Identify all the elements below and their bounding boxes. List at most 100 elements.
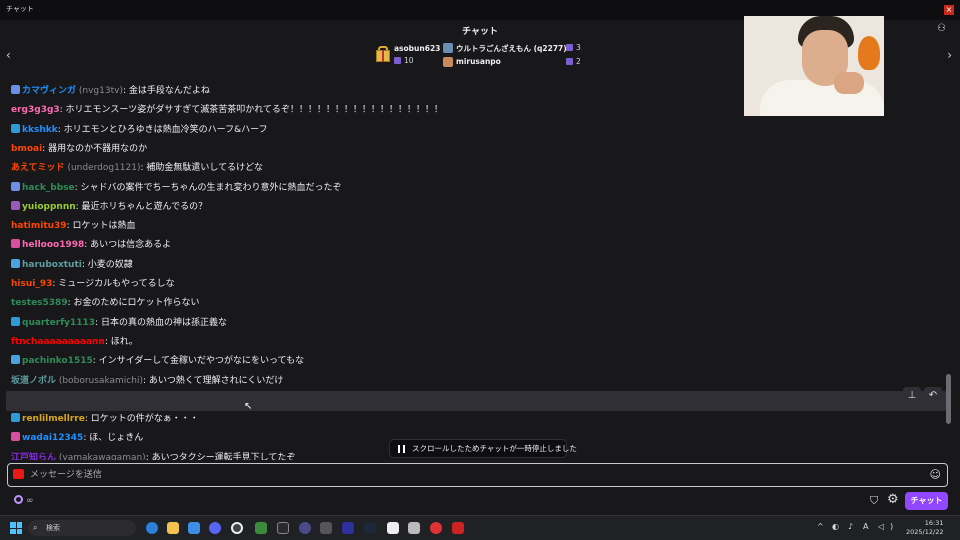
chat-username[interactable]: yuioppnnn xyxy=(22,202,76,212)
chat-message[interactable]: カマヴィンガ (nvg13tv): 金は手段なんだよね xyxy=(11,84,210,98)
chat-input-box[interactable]: ☺ xyxy=(7,463,948,487)
chat-username[interactable]: あえてミッド xyxy=(11,163,65,173)
app-icon[interactable] xyxy=(342,522,354,534)
chevron-right-icon[interactable]: › xyxy=(947,48,952,62)
chat-message[interactable]: quarterfy1113: 日本の真の熱血の神は孫正義な xyxy=(11,316,227,330)
chat-message[interactable]: 江戸知らん (yamakawagaman): あいつタクシー運転手見下してたぞ xyxy=(11,451,295,460)
chat-message[interactable]: hatimitu39: ロケットは熱血 xyxy=(11,219,135,233)
speaker-icon[interactable]: ) xyxy=(890,522,893,531)
chat-message[interactable]: renlilmellrre: ロケットの件がなぁ・・・ xyxy=(11,412,199,426)
chat-paused-button[interactable]: スクロールしたためチャットが一時停止しました xyxy=(389,439,577,458)
tray-app-icon[interactable]: ◐ xyxy=(832,522,839,531)
volume-icon[interactable]: ◁ xyxy=(878,522,884,531)
chat-message-text: : ミュージカルもやってるしな xyxy=(52,279,175,289)
app-icon[interactable] xyxy=(408,522,420,534)
chat-username[interactable]: hisui_93 xyxy=(11,279,52,289)
windows-start-icon[interactable] xyxy=(10,522,22,534)
pin-icon[interactable]: ⊥ xyxy=(903,387,921,405)
chat-username[interactable]: ftnchaaaaaaaaann xyxy=(11,337,105,347)
chat-username[interactable]: bmoai xyxy=(11,144,42,154)
channel-points-icon xyxy=(14,495,23,504)
user-badge-icon xyxy=(11,181,20,191)
chat-username[interactable]: 坂道ノボル xyxy=(11,376,56,386)
edge-icon[interactable] xyxy=(146,522,158,534)
chat-message[interactable]: pachinko1515: インサイダーして金稼いだやつがなにをいってもな xyxy=(11,354,304,368)
chat-message[interactable]: testes5389: お金のためにロケット作らない xyxy=(11,296,199,310)
chat-message[interactable]: ftnchaaaaaaaaann: ほれ。 xyxy=(11,335,138,349)
chat-username[interactable]: 江戸知らん xyxy=(11,453,56,460)
chat-login-name: (nvg13tv) xyxy=(78,86,123,96)
chat-message-text: : あいつは信念あるよ xyxy=(84,240,172,251)
chat-input[interactable] xyxy=(30,467,910,483)
chat-username[interactable]: haruboxtuti xyxy=(22,260,82,270)
chat-message-text: : あいつ熱くて理解されにくいだけ xyxy=(142,375,284,386)
user-badge-icon xyxy=(11,355,20,365)
third-gifter-count-value: 2 xyxy=(576,57,581,66)
chat-message[interactable]: 坂道ノボル (boborusakamichi): あいつ熱くて理解されにくいだけ xyxy=(11,374,283,388)
chat-username[interactable]: testes5389 xyxy=(11,298,68,308)
microphone-icon[interactable]: ♪ xyxy=(848,522,853,531)
reply-icon[interactable]: ↶ xyxy=(924,387,942,405)
discord-icon[interactable] xyxy=(209,522,221,534)
app-icon[interactable] xyxy=(320,522,332,534)
gear-icon[interactable]: ⚙ xyxy=(887,492,899,507)
chat-message[interactable]: erg3g3g3: ホリエモンスーツ姿がダサすぎて滅茶苦茶叩かれてるぞ！！！！！… xyxy=(11,103,443,117)
send-chat-button[interactable]: チャット xyxy=(905,492,948,510)
chat-username[interactable]: erg3g3g3 xyxy=(11,105,60,115)
input-language-icon[interactable]: A xyxy=(863,522,868,531)
app-icon[interactable] xyxy=(430,522,442,534)
user-badge-icon xyxy=(11,316,20,326)
emote-picker-icon[interactable]: ☺ xyxy=(930,468,941,481)
steam-icon[interactable] xyxy=(364,522,376,534)
channel-points[interactable]: ∞ xyxy=(14,495,34,506)
gift-icon xyxy=(394,57,401,64)
chat-message[interactable]: kkshkk: ホリエモンとひろゆきは熱血冷笑のハーフ&ハーフ xyxy=(11,123,268,137)
chat-message[interactable]: hack_bbse: シャドバの案件でちーちゃんの生まれ変わり意外に熱血だったぞ xyxy=(11,181,342,195)
chat-username[interactable]: pachinko1515 xyxy=(22,356,93,366)
chat-message[interactable]: あえてミッド (underdog1121): 補助金無駄遣いしてるけどな xyxy=(11,161,263,175)
third-gifter-name[interactable]: mirusanpo xyxy=(456,57,501,66)
chat-username[interactable]: hatimitu39 xyxy=(11,221,67,231)
obs-icon[interactable] xyxy=(231,522,243,534)
chat-username[interactable]: カマヴィンガ xyxy=(22,86,76,96)
chat-username[interactable]: hellooo1998 xyxy=(22,240,84,250)
shield-icon[interactable]: ⛉ xyxy=(870,494,878,508)
chat-bottom-bar: ∞ ⛉ ⚙ チャット xyxy=(0,489,960,513)
chevron-left-icon[interactable]: ‹ xyxy=(6,48,11,62)
taskbar-search[interactable]: ⌕ 検索 xyxy=(28,520,136,536)
scrollbar-thumb[interactable] xyxy=(946,374,951,424)
taskbar-clock[interactable]: 16:31 2025/12/22 xyxy=(906,519,943,537)
chat-message-text: : 補助金無駄遣いしてるけどな xyxy=(140,163,263,174)
chat-message[interactable]: bmoai: 器用なのか不器用なのか xyxy=(11,142,147,156)
chat-scrollbar[interactable] xyxy=(946,72,952,460)
chat-message[interactable]: wadai12345: ほ、じょきん xyxy=(11,431,143,445)
chat-username[interactable]: renlilmellrre xyxy=(22,414,85,424)
chevron-up-icon[interactable]: ^ xyxy=(817,522,824,531)
window-close-button[interactable]: × xyxy=(944,5,954,15)
app-icon[interactable] xyxy=(299,522,311,534)
chat-message[interactable]: yuioppnnn: 最近ホリちゃんと遊んでるの？ xyxy=(11,200,207,214)
app-icon[interactable] xyxy=(452,522,464,534)
top-gifter-name[interactable]: asobun623 xyxy=(394,44,440,53)
chat-username[interactable]: quarterfy1113 xyxy=(22,318,95,328)
community-icon[interactable]: ⚇ xyxy=(937,23,946,34)
bits-icon[interactable] xyxy=(13,469,24,479)
pause-icon xyxy=(398,445,405,453)
chat-login-name: (underdog1121) xyxy=(67,163,141,174)
chat-message-text: : シャドバの案件でちーちゃんの生まれ変わり意外に熱血だったぞ xyxy=(74,182,342,193)
minecraft-icon[interactable] xyxy=(255,522,267,534)
app-icon[interactable] xyxy=(188,522,200,534)
chat-message[interactable]: hisui_93: ミュージカルもやってるしな xyxy=(11,277,175,291)
chat-message[interactable]: haruboxtuti: 小麦の奴隷 xyxy=(11,258,133,272)
chat-username[interactable]: wadai12345 xyxy=(22,433,83,443)
user-badge-icon xyxy=(11,85,20,94)
second-gifter-name[interactable]: ウルトラごんざえもん (q2277) xyxy=(456,43,567,54)
chat-message[interactable]: hellooo1998: あいつは信念あるよ xyxy=(11,238,171,252)
file-explorer-icon[interactable] xyxy=(167,522,179,534)
top-gifter-count: 10 xyxy=(394,56,414,65)
avatar xyxy=(443,43,453,53)
chat-username[interactable]: kkshkk xyxy=(22,125,58,135)
app-icon[interactable] xyxy=(387,522,399,534)
capcut-icon[interactable] xyxy=(277,522,289,534)
chat-username[interactable]: hack_bbse xyxy=(22,183,75,193)
